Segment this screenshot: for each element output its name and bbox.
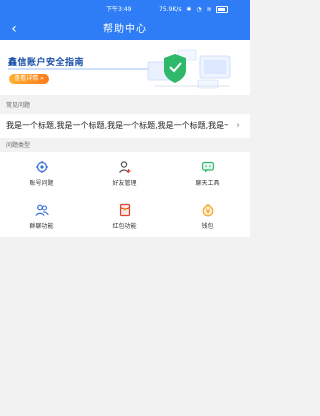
wifi-icon: ≋ <box>206 6 212 13</box>
safety-guide-banner[interactable]: 鑫信账户安全指南 查看详情 » <box>0 40 250 95</box>
chat-icon <box>201 161 215 173</box>
gear-icon <box>36 161 48 173</box>
group-icon <box>35 204 49 216</box>
type-red-packet[interactable]: 红包功能 <box>83 197 166 237</box>
type-label: 红包功能 <box>112 223 137 230</box>
type-group-chat[interactable]: 群聊功能 <box>0 197 83 237</box>
security-illustration <box>147 49 231 89</box>
faq-section-title: 常见问题 <box>0 98 250 114</box>
question-type-grid: 账号问题 好友管理 聊天工具 群聊功能 红包功能 钱包 <box>0 152 250 237</box>
add-friend-icon <box>119 161 131 173</box>
faq-item[interactable]: 我是一个标题,我是一个标题,我是一个标题,我是一个标题,我是一个标题,我是一个标… <box>0 114 250 138</box>
status-time: 下午3:49 <box>106 6 132 13</box>
type-label: 群聊功能 <box>29 223 54 230</box>
type-friends[interactable]: 好友管理 <box>83 154 166 194</box>
type-label: 钱包 <box>201 223 214 230</box>
status-right: 75.9K/s ✱ ◔ ≋ <box>159 0 231 20</box>
view-details-button[interactable]: 查看详情 » <box>9 74 49 84</box>
battery-icon <box>216 6 229 13</box>
signal-icon: ◔ <box>196 6 202 13</box>
type-wallet[interactable]: 钱包 <box>166 197 249 237</box>
type-account[interactable]: 账号问题 <box>0 154 83 194</box>
status-bar: 下午3:49 75.9K/s ✱ ◔ ≋ <box>0 0 250 20</box>
faq-item-text: 我是一个标题,我是一个标题,我是一个标题,我是一个标题,我是一个标题,我是一个标… <box>6 121 228 130</box>
red-packet-icon <box>119 203 131 217</box>
chevron-right-icon: › <box>236 120 240 131</box>
type-chat-tools[interactable]: 聊天工具 <box>166 154 249 194</box>
bluetooth-icon: ✱ <box>186 6 192 13</box>
type-label: 账号问题 <box>29 180 54 187</box>
wallet-icon <box>202 203 214 217</box>
type-label: 好友管理 <box>112 180 137 187</box>
header-bar: 下午3:49 75.9K/s ✱ ◔ ≋ ‹ 帮助中心 <box>0 0 250 40</box>
type-label: 聊天工具 <box>195 180 220 187</box>
network-speed: 75.9K/s <box>159 6 182 13</box>
banner-title: 鑫信账户安全指南 <box>8 58 85 68</box>
page-title: 帮助中心 <box>103 24 147 35</box>
